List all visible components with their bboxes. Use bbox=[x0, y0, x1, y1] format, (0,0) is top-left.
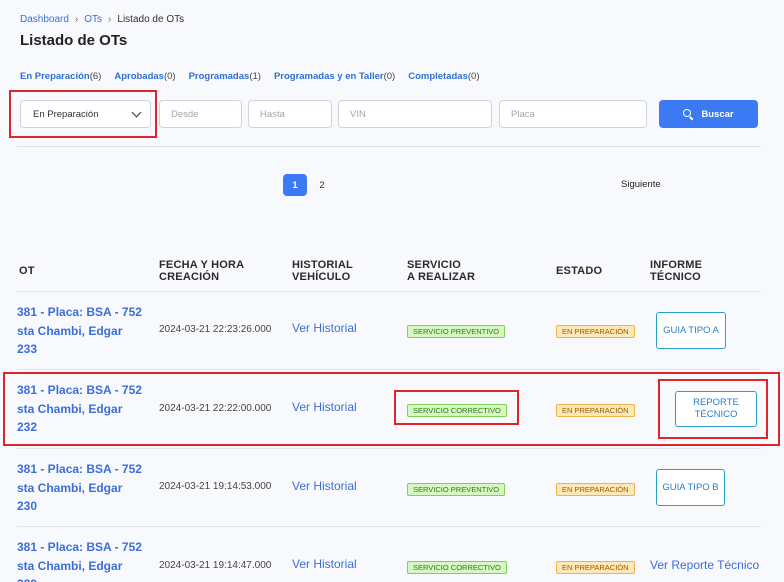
header-fecha: FECHA Y HORA CREACIÓN bbox=[159, 259, 245, 283]
guia-tipo-b-button[interactable]: GUIA TIPO B bbox=[656, 469, 725, 506]
status-badge: EN PREPARACIÓN bbox=[556, 325, 635, 338]
tab-programadas-en-taller[interactable]: Programadas y en Taller(0) bbox=[274, 71, 395, 82]
header-ot: OT bbox=[19, 265, 35, 277]
breadcrumb-separator: › bbox=[74, 14, 79, 25]
table-row-ot-link[interactable]: 381 - Placa: BSA - 752sta Chambi, Edgar2… bbox=[17, 538, 142, 582]
tab-completadas[interactable]: Completadas(0) bbox=[408, 71, 479, 82]
table-cell-fecha: 2024-03-21 22:23:26.000 bbox=[159, 324, 272, 335]
search-button[interactable]: Buscar bbox=[659, 100, 758, 128]
highlight-informe bbox=[658, 379, 768, 439]
table-row-ot-link[interactable]: 381 - Placa: BSA - 752sta Chambi, Edgar2… bbox=[17, 303, 142, 359]
status-badge: EN PREPARACIÓN bbox=[556, 483, 635, 496]
vin-input[interactable]: VIN bbox=[338, 100, 492, 128]
desde-input[interactable]: Desde bbox=[159, 100, 242, 128]
status-badge: SERVICIO CORRECTIVO bbox=[407, 561, 507, 574]
page-title: Listado de OTs bbox=[20, 32, 128, 49]
status-badge: SERVICIO PREVENTIVO bbox=[407, 325, 506, 338]
guia-tipo-a-button[interactable]: GUIA TIPO A bbox=[656, 312, 726, 349]
row-separator bbox=[17, 526, 761, 527]
hasta-input[interactable]: Hasta bbox=[248, 100, 332, 128]
breadcrumb-dashboard[interactable]: Dashboard bbox=[20, 14, 69, 25]
ver-reporte-tecnico-link[interactable]: Ver Reporte Técnico bbox=[650, 558, 759, 572]
status-badge: SERVICIO PREVENTIVO bbox=[407, 483, 506, 496]
table-cell-fecha: 2024-03-21 19:14:47.000 bbox=[159, 560, 272, 571]
row-separator bbox=[17, 448, 761, 449]
header-separator bbox=[17, 291, 761, 292]
table-cell-fecha: 2024-03-21 19:14:53.000 bbox=[159, 481, 272, 492]
breadcrumb-ots[interactable]: OTs bbox=[84, 14, 102, 25]
search-button-label: Buscar bbox=[701, 108, 734, 120]
placa-input[interactable]: Placa bbox=[499, 100, 647, 128]
page-2-button[interactable]: 2 bbox=[316, 174, 328, 196]
breadcrumb: Dashboard › OTs › Listado de OTs bbox=[20, 14, 184, 25]
header-servicio: SERVICIO A REALIZAR bbox=[407, 259, 476, 283]
header-estado: ESTADO bbox=[556, 265, 603, 277]
header-historial: HISTORIAL VEHÍCULO bbox=[292, 259, 353, 283]
search-icon bbox=[683, 109, 693, 119]
page-1-button[interactable]: 1 bbox=[283, 174, 307, 196]
row-separator bbox=[17, 369, 761, 370]
next-page-button[interactable]: Siguiente bbox=[621, 179, 661, 190]
header-informe: INFORME TÉCNICO bbox=[650, 259, 703, 283]
table-row-ot-link[interactable]: 381 - Placa: BSA - 752sta Chambi, Edgar2… bbox=[17, 460, 142, 516]
divider bbox=[17, 146, 761, 147]
breadcrumb-current: Listado de OTs bbox=[117, 14, 185, 25]
ver-historial-link[interactable]: Ver Historial bbox=[292, 557, 357, 571]
ver-historial-link[interactable]: Ver Historial bbox=[292, 479, 357, 493]
ver-historial-link[interactable]: Ver Historial bbox=[292, 321, 357, 335]
status-badge: EN PREPARACIÓN bbox=[556, 561, 635, 574]
tab-aprobadas[interactable]: Aprobadas(0) bbox=[114, 71, 175, 82]
highlight-box bbox=[9, 90, 157, 138]
tab-en-preparacion[interactable]: En Preparación(6) bbox=[20, 71, 101, 82]
breadcrumb-separator: › bbox=[108, 14, 112, 25]
status-tabs: En Preparación(6) Aprobadas(0) Programad… bbox=[20, 71, 480, 82]
tab-programadas[interactable]: Programadas(1) bbox=[189, 71, 261, 82]
highlight-servicio bbox=[394, 390, 519, 425]
